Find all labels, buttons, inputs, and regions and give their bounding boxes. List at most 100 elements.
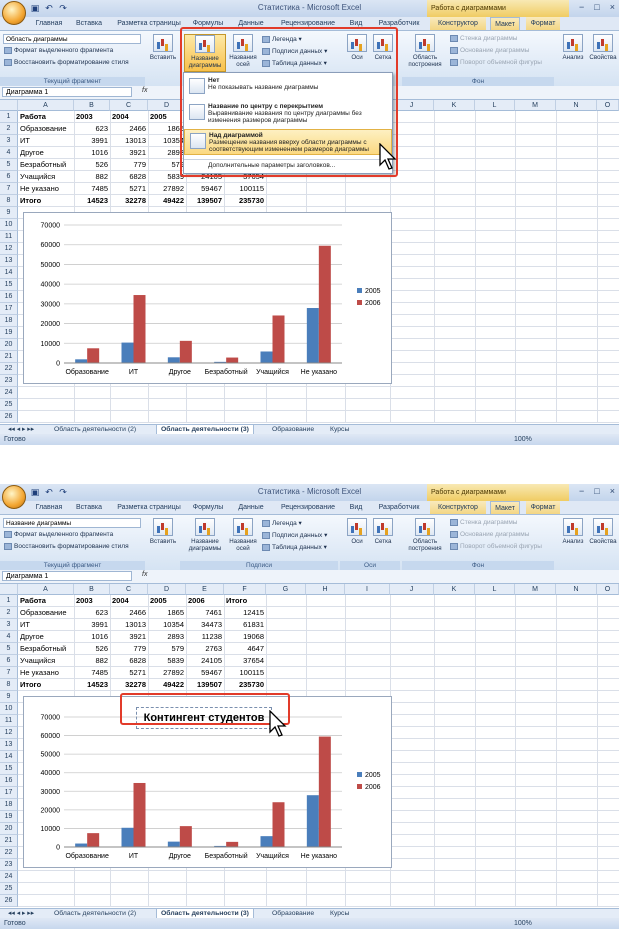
- table-header-cell[interactable]: 2004: [112, 595, 146, 607]
- table-header-cell[interactable]: Итого: [226, 595, 264, 607]
- table-cell[interactable]: 235730: [226, 195, 264, 207]
- tab-home[interactable]: Главная: [34, 17, 64, 30]
- insert-button[interactable]: Вставить: [148, 34, 178, 72]
- tab-page-layout[interactable]: Разметка страницы: [112, 501, 186, 514]
- chart-area[interactable]: 0 10000 20000 30000 40000 50000 60000 70000 Обра…: [23, 212, 392, 384]
- table-header-cell[interactable]: Работа: [20, 111, 72, 123]
- column-header[interactable]: F: [224, 584, 266, 595]
- table-cell[interactable]: 6828: [112, 655, 146, 667]
- row-header[interactable]: 2: [0, 123, 18, 135]
- table-cell[interactable]: 579: [150, 643, 184, 655]
- chart-wall-button[interactable]: Стенка диаграммы: [450, 519, 517, 526]
- table-cell[interactable]: 1865: [150, 607, 184, 619]
- row-header[interactable]: 9: [0, 691, 18, 703]
- table-cell[interactable]: 3921: [112, 631, 146, 643]
- row-header[interactable]: 4: [0, 631, 18, 643]
- tab-view[interactable]: Вид: [346, 501, 366, 514]
- legend-label[interactable]: 2006: [365, 300, 381, 307]
- row-header[interactable]: 12: [0, 243, 18, 255]
- row-header[interactable]: 11: [0, 231, 18, 243]
- tab-insert[interactable]: Вставка: [72, 501, 106, 514]
- table-header-cell[interactable]: 2006: [188, 595, 222, 607]
- table-cell[interactable]: 7485: [76, 667, 108, 679]
- table-cell[interactable]: 4647: [226, 643, 264, 655]
- table-cell[interactable]: 61831: [226, 619, 264, 631]
- legend-label[interactable]: 2005: [365, 772, 381, 779]
- row-header[interactable]: 9: [0, 207, 18, 219]
- bar-2005[interactable]: [75, 359, 88, 363]
- row-header[interactable]: 2: [0, 607, 18, 619]
- data-table-button[interactable]: Таблица данных ▾: [262, 543, 327, 551]
- table-cell[interactable]: 24105: [188, 655, 222, 667]
- tab-insert[interactable]: Вставка: [72, 17, 106, 30]
- row-header[interactable]: 4: [0, 147, 18, 159]
- table-cell[interactable]: 3921: [112, 147, 146, 159]
- chart-title-button[interactable]: Название диаграммы: [184, 518, 226, 556]
- bar-2006[interactable]: [179, 826, 192, 847]
- zoom-level[interactable]: 100%: [514, 918, 532, 929]
- column-header[interactable]: O: [597, 584, 619, 595]
- table-cell[interactable]: 3991: [76, 619, 108, 631]
- table-cell[interactable]: 235730: [226, 679, 264, 691]
- table-header-cell[interactable]: 2005: [150, 595, 184, 607]
- table-header-cell[interactable]: Работа: [20, 595, 72, 607]
- table-cell[interactable]: 2763: [188, 643, 222, 655]
- column-header[interactable]: G: [266, 584, 306, 595]
- tab-design[interactable]: Конструктор: [430, 501, 486, 514]
- tab-developer[interactable]: Разработчик: [376, 501, 422, 514]
- row-header[interactable]: 15: [0, 279, 18, 291]
- tab-review[interactable]: Рецензирование: [276, 501, 340, 514]
- row-header[interactable]: 6: [0, 655, 18, 667]
- plot-area-button[interactable]: Область построения: [406, 34, 444, 72]
- table-cell[interactable]: 19068: [226, 631, 264, 643]
- close-button[interactable]: ×: [610, 486, 615, 496]
- row-header[interactable]: 13: [0, 255, 18, 267]
- row-header[interactable]: 19: [0, 327, 18, 339]
- bar-2006[interactable]: [318, 736, 331, 847]
- fx-icon[interactable]: fx: [142, 87, 147, 94]
- office-button[interactable]: [2, 1, 26, 25]
- row-header[interactable]: 24: [0, 871, 18, 883]
- row-header[interactable]: 7: [0, 667, 18, 679]
- zoom-level[interactable]: 100%: [514, 434, 532, 445]
- column-header[interactable]: L: [475, 100, 515, 111]
- table-cell[interactable]: 1016: [76, 147, 108, 159]
- row-header[interactable]: 8: [0, 679, 18, 691]
- table-cell[interactable]: 5839: [150, 655, 184, 667]
- 3d-rotation-button[interactable]: Поворот объемной фигуры: [450, 543, 542, 550]
- table-cell[interactable]: 3991: [76, 135, 108, 147]
- row-header[interactable]: 15: [0, 763, 18, 775]
- table-header-cell[interactable]: 2004: [112, 111, 146, 123]
- row-header[interactable]: 26: [0, 411, 18, 423]
- table-cell[interactable]: 14523: [76, 195, 108, 207]
- 3d-rotation-button[interactable]: Поворот объемной фигуры: [450, 59, 542, 66]
- row-header[interactable]: 6: [0, 171, 18, 183]
- table-header-cell[interactable]: 2005: [150, 111, 184, 123]
- bar-2006[interactable]: [272, 315, 285, 363]
- column-header[interactable]: A: [18, 584, 74, 595]
- row-header[interactable]: 19: [0, 811, 18, 823]
- format-selection-button[interactable]: Формат выделенного фрагмента: [4, 531, 113, 538]
- table-cell[interactable]: 27892: [150, 183, 184, 195]
- column-header[interactable]: H: [306, 584, 345, 595]
- plot-area-button[interactable]: Область построения: [406, 518, 444, 556]
- row-header[interactable]: 12: [0, 727, 18, 739]
- table-cell[interactable]: 12415: [226, 607, 264, 619]
- table-cell[interactable]: 14523: [76, 679, 108, 691]
- bar-2005[interactable]: [121, 342, 134, 363]
- column-header[interactable]: A: [18, 100, 74, 111]
- maximize-button[interactable]: □: [594, 486, 599, 496]
- row-header[interactable]: 25: [0, 399, 18, 411]
- column-header[interactable]: N: [556, 584, 597, 595]
- bar-2006[interactable]: [318, 245, 331, 363]
- table-cell[interactable]: 139507: [188, 195, 222, 207]
- bar-2005[interactable]: [306, 795, 319, 847]
- bar-2005[interactable]: [306, 308, 319, 363]
- table-cell[interactable]: 100115: [226, 183, 264, 195]
- tab-layout[interactable]: Макет: [490, 17, 520, 30]
- table-cell[interactable]: 779: [112, 643, 146, 655]
- table-cell[interactable]: Образование: [20, 123, 72, 135]
- table-cell[interactable]: 779: [112, 159, 146, 171]
- row-header[interactable]: 16: [0, 291, 18, 303]
- column-header[interactable]: J: [390, 584, 434, 595]
